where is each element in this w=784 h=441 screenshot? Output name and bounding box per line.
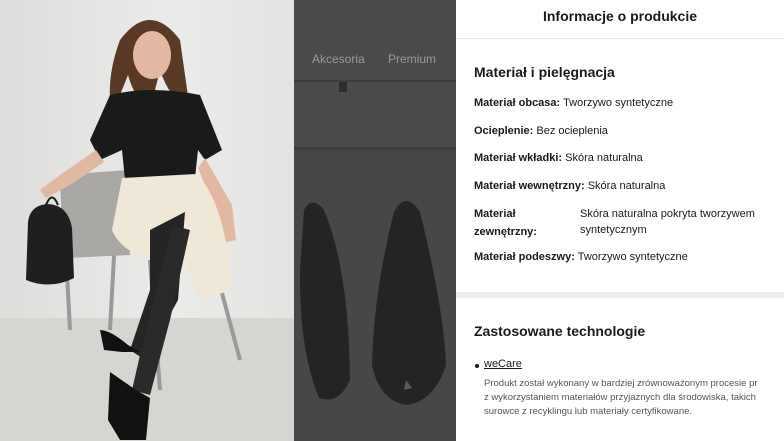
product-info-panel: Informacje o produkcie Materiał i pielęg… xyxy=(456,0,784,441)
attr-sole-material: Materiał podeszwy: Tworzywo syntetyczne xyxy=(474,251,688,263)
product-thumbnail-strip xyxy=(294,82,456,147)
attr-value: Tworzywo syntetyczne xyxy=(577,251,688,263)
attr-heel-material: Materiał obcasa: Tworzywo syntetyczne xyxy=(474,97,673,109)
model-illustration xyxy=(26,20,242,440)
panel-title: Informacje o produkcie xyxy=(542,8,698,24)
attr-label: Materiał podeszwy: xyxy=(474,251,575,263)
handbag xyxy=(26,204,74,285)
attr-label: Materiał wewnętrzny: xyxy=(474,180,585,192)
attr-outer-material-value: Skóra naturalna pokryta tworzywem syntet… xyxy=(580,208,755,236)
attr-value: Skóra naturalna xyxy=(565,152,643,164)
product-model-photo[interactable] xyxy=(0,0,294,441)
pumps-illustration xyxy=(299,201,446,405)
tech-description-line: z wykorzystaniem materiałów przyjaznych … xyxy=(484,392,756,403)
attr-value: Skóra naturalna xyxy=(587,180,666,192)
tech-description-line: surowce z recyklingu lub materiały certy… xyxy=(484,406,693,417)
attr-outer-material-label: Materiał zewnętrzny: xyxy=(474,208,537,238)
nav-link-akcesoria[interactable]: Akcesoria xyxy=(312,52,365,66)
tech-description: Produkt został wykonany w bardziej zrówn… xyxy=(484,377,784,419)
tech-section-title: Zastosowane technologie xyxy=(474,323,646,339)
tech-description-line: Produkt został wykonany w bardziej zrówn… xyxy=(484,378,758,389)
product-photo-pumps[interactable] xyxy=(294,150,456,441)
face xyxy=(133,31,171,79)
section-divider xyxy=(456,292,784,298)
wecare-link[interactable]: weCare xyxy=(484,358,522,370)
panel-header: Informacje o produkcie xyxy=(456,0,784,39)
material-section-title: Materiał i pielęgnacja xyxy=(474,64,615,80)
nav-link-premium[interactable]: Premium xyxy=(388,52,436,66)
attr-label: Ocieplenie: xyxy=(474,125,534,137)
attr-value: Bez ocieplenia xyxy=(536,125,608,137)
attr-value: Tworzywo syntetyczne xyxy=(563,97,674,109)
gallery-overlay[interactable]: Akcesoria Premium xyxy=(294,0,456,441)
bullet-icon xyxy=(475,364,479,368)
category-nav: Akcesoria Premium xyxy=(294,0,456,80)
attr-label: Materiał obcasa: xyxy=(474,97,561,109)
attr-insole-material: Materiał wkładki: Skóra naturalna xyxy=(474,152,643,164)
attr-lining-material: Materiał wewnętrzny: Skóra naturalna xyxy=(474,180,665,192)
attr-label: Materiał wkładki: xyxy=(474,152,563,164)
attr-insulation: Ocieplenie: Bez ocieplenia xyxy=(474,125,608,137)
